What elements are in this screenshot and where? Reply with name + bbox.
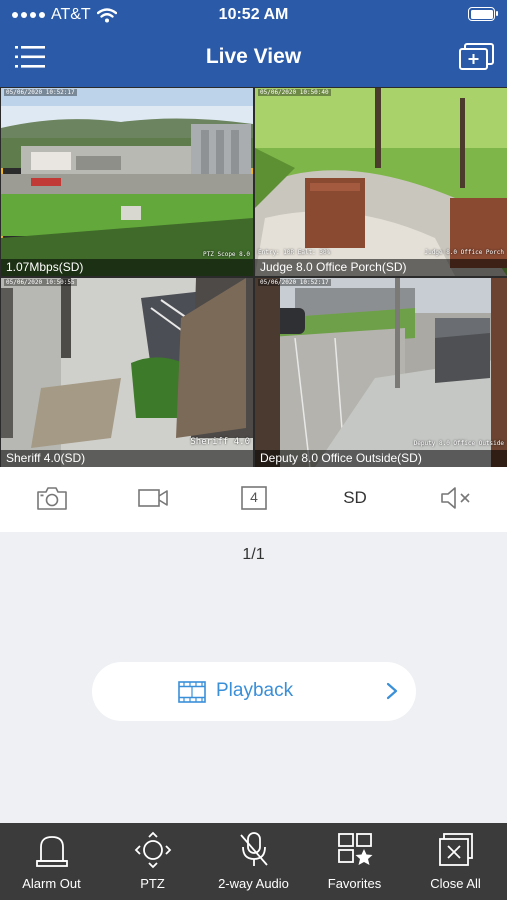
camera-tile-4[interactable]: 05/06/2020 10:52:17 Deputy 8.0 Office Ou… <box>255 278 507 467</box>
live-toolbar: 4 SD <box>0 467 507 532</box>
battery-icon <box>468 7 498 21</box>
camera-label-1: 1.07Mbps(SD) <box>1 259 253 276</box>
nav-alarm-out-label: Alarm Out <box>22 876 81 891</box>
nav-ptz[interactable]: PTZ <box>102 823 203 900</box>
camera-osd-3: Sheriff 4.0 <box>190 437 250 447</box>
quality-label: SD <box>343 488 367 507</box>
camera-timestamp-3: 05/06/2020 10:50:55 <box>4 279 77 286</box>
nav-2way-audio-label: 2-way Audio <box>218 876 289 891</box>
snapshot-button[interactable] <box>34 483 70 513</box>
camera-tile-1[interactable]: 05/06/2020 10:52:17 PTZ Scope 8.0 1.07Mb… <box>1 88 253 276</box>
bottom-nav: Alarm Out PTZ 2-way Audio Favorites Clos… <box>0 823 507 900</box>
alarm-siren-icon <box>36 836 68 867</box>
audio-toggle-button[interactable] <box>438 483 474 513</box>
camera-timestamp-2: 05/06/2020 10:50:40 <box>258 89 331 96</box>
microphone-muted-icon <box>240 832 268 866</box>
playback-button[interactable]: Playback <box>92 662 416 721</box>
camera-timestamp-1: 05/06/2020 10:52:17 <box>4 89 77 96</box>
favorites-star-icon <box>338 833 373 865</box>
page-indicator: 1/1 <box>242 546 265 563</box>
camera-feed-2 <box>255 88 507 276</box>
playback-label: Playback <box>216 680 294 701</box>
header: AT&T 10:52 AM Live View <box>0 0 507 87</box>
layout-button[interactable]: 4 <box>236 483 272 513</box>
nav-favorites[interactable]: Favorites <box>304 823 405 900</box>
camera-tile-2[interactable]: 05/06/2020 10:50:40 Judge 8.0 Office Por… <box>255 88 507 276</box>
close-all-icon <box>439 833 473 866</box>
ptz-direction-icon <box>134 831 172 869</box>
camera-icon <box>37 487 67 510</box>
camera-osd-4: Deputy 8.0 Office Outside <box>413 440 504 447</box>
camera-feed-4 <box>255 278 507 467</box>
camera-osd-2: Judge 8.0 Office Porch <box>424 249 504 256</box>
camera-grid: 05/06/2020 10:52:17 PTZ Scope 8.0 1.07Mb… <box>0 87 507 467</box>
nav-2way-audio[interactable]: 2-way Audio <box>203 823 304 900</box>
nav-favorites-label: Favorites <box>327 876 382 891</box>
camera-feed-1 <box>1 88 253 276</box>
video-record-icon <box>138 489 168 507</box>
camera-label-4: Deputy 8.0 Office Outside(SD) <box>255 450 507 467</box>
nav-close-all-label: Close All <box>430 876 481 891</box>
camera-osd-1: PTZ Scope 8.0 <box>203 251 250 258</box>
nav-ptz-label: PTZ <box>140 876 165 891</box>
status-time: 10:52 AM <box>218 6 289 23</box>
quality-button[interactable]: SD <box>337 483 373 513</box>
camera-osd-2b: Entry: 10R Ealt: 30% <box>258 249 331 256</box>
camera-timestamp-4: 05/06/2020 10:52:17 <box>258 279 331 286</box>
camera-tile-3[interactable]: 05/06/2020 10:50:55 Sheriff 4.0 Sheriff … <box>1 278 253 467</box>
camera-label-2: Judge 8.0 Office Porch(SD) <box>255 259 507 276</box>
nav-alarm-out[interactable]: Alarm Out <box>1 823 102 900</box>
film-strip-icon <box>178 681 206 703</box>
speaker-muted-icon <box>441 487 470 509</box>
camera-label-3: Sheriff 4.0(SD) <box>1 450 253 467</box>
status-bar: AT&T 10:52 AM <box>0 0 507 30</box>
page-title: Live View <box>205 45 302 68</box>
record-button[interactable] <box>135 483 171 513</box>
chevron-right-icon <box>386 682 398 700</box>
add-multi-screen-icon[interactable] <box>459 42 495 72</box>
nav-close-all[interactable]: Close All <box>405 823 506 900</box>
layout-count: 4 <box>250 489 258 505</box>
